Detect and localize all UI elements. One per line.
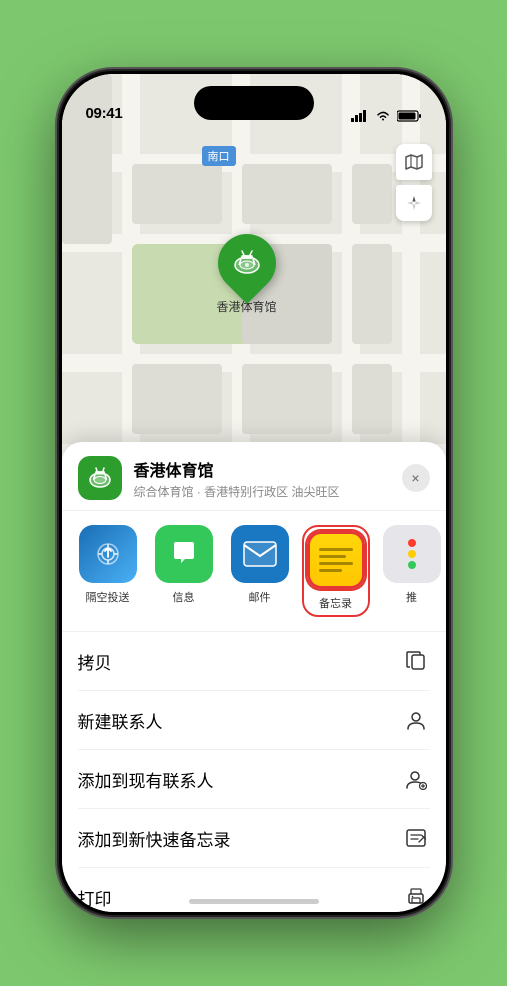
signal-icon	[351, 110, 369, 122]
print-action[interactable]: 打印	[78, 868, 430, 912]
copy-label: 拷贝	[78, 649, 112, 674]
notes-line-1	[319, 548, 353, 551]
airdrop-app-item[interactable]: 隔空投送	[74, 525, 142, 617]
notes-label: 备忘录	[319, 595, 352, 611]
mail-icon	[231, 525, 289, 583]
new-contact-label: 新建联系人	[78, 708, 163, 733]
map-icon	[404, 152, 424, 172]
venue-name: 香港体育馆	[134, 457, 390, 481]
airdrop-icon	[79, 525, 137, 583]
add-to-quick-note-action[interactable]: 添加到新快速备忘录	[78, 809, 430, 868]
map-north-exit-label: 南口	[202, 146, 236, 166]
messages-bubble-icon	[168, 538, 200, 570]
new-contact-icon	[402, 706, 430, 734]
dot-red	[408, 539, 416, 547]
phone-frame: 09:41	[59, 71, 449, 915]
dynamic-island	[194, 86, 314, 120]
notes-line-2	[319, 555, 346, 558]
pin-circle	[205, 222, 287, 304]
add-to-existing-contact-action[interactable]: 添加到现有联系人	[78, 750, 430, 809]
dot-yellow	[408, 550, 416, 558]
more-icon	[383, 525, 441, 583]
notes-line-4	[319, 569, 343, 572]
mail-envelope-icon	[243, 541, 277, 567]
notes-lines-detail	[319, 548, 353, 572]
wifi-icon	[375, 110, 391, 122]
messages-label: 信息	[173, 589, 195, 605]
print-label: 打印	[78, 885, 112, 910]
mail-app-item[interactable]: 邮件	[226, 525, 294, 617]
print-icon	[402, 883, 430, 911]
location-pin: 香港体育馆	[217, 234, 277, 315]
add-existing-label: 添加到现有联系人	[78, 767, 214, 792]
more-label: 推	[406, 589, 417, 605]
add-contact-icon	[402, 765, 430, 793]
close-button[interactable]: ×	[402, 464, 430, 492]
venue-header: 香港体育馆 综合体育馆 · 香港特别行政区 油尖旺区 ×	[62, 442, 446, 511]
compass-icon	[405, 194, 423, 212]
venue-description: 综合体育馆 · 香港特别行政区 油尖旺区	[134, 483, 390, 500]
dot-green	[408, 561, 416, 569]
action-list: 拷贝 新建联系人	[62, 632, 446, 912]
stadium-icon	[231, 247, 263, 279]
notes-app-item[interactable]: 备忘录	[302, 525, 370, 617]
bottom-sheet: 香港体育馆 综合体育馆 · 香港特别行政区 油尖旺区 ×	[62, 442, 446, 912]
mail-label: 邮件	[249, 589, 271, 605]
venue-stadium-icon	[86, 464, 114, 492]
status-icons	[351, 110, 422, 122]
more-dots	[408, 539, 416, 569]
copy-action[interactable]: 拷贝	[78, 632, 430, 691]
new-contact-action[interactable]: 新建联系人	[78, 691, 430, 750]
messages-app-item[interactable]: 信息	[150, 525, 218, 617]
messages-icon	[155, 525, 213, 583]
map-controls[interactable]	[396, 144, 432, 221]
more-app-item[interactable]: 推	[378, 525, 446, 617]
airdrop-label: 隔空投送	[86, 589, 130, 605]
venue-info: 香港体育馆 综合体育馆 · 香港特别行政区 油尖旺区	[134, 457, 390, 500]
location-button[interactable]	[396, 185, 432, 221]
share-apps-row: 隔空投送 信息	[62, 511, 446, 632]
quick-note-icon	[402, 824, 430, 852]
battery-icon	[397, 110, 422, 122]
map-type-button[interactable]	[396, 144, 432, 180]
notes-line-3	[319, 562, 353, 565]
pin-inner	[225, 241, 269, 285]
quick-note-label: 添加到新快速备忘录	[78, 826, 231, 851]
venue-icon	[78, 456, 122, 500]
phone-screen: 09:41	[62, 74, 446, 912]
airdrop-symbol	[93, 539, 123, 569]
home-indicator	[189, 899, 319, 904]
status-time: 09:41	[86, 105, 123, 122]
copy-icon	[402, 647, 430, 675]
notes-icon	[307, 531, 365, 589]
